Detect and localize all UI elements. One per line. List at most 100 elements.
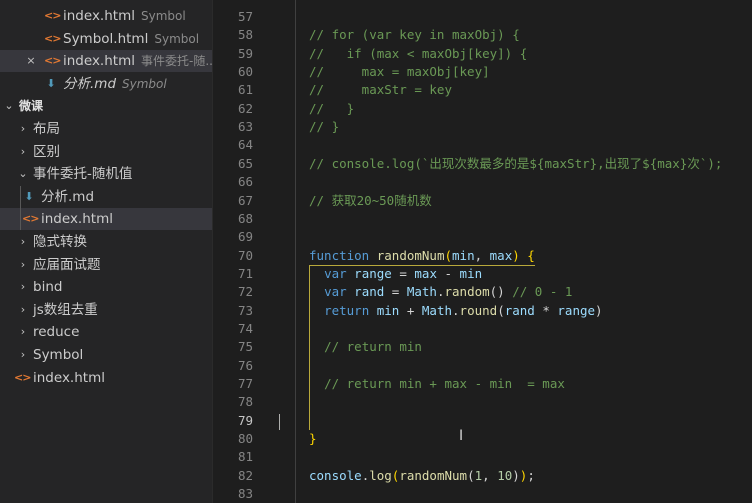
code-token: // return min bbox=[324, 339, 422, 355]
line-number: 69 bbox=[237, 229, 253, 245]
html-icon: <> bbox=[44, 54, 61, 68]
open-editor-name: index.html 事件委托-随... bbox=[63, 50, 212, 72]
code-line[interactable]: // for (var key in maxObj) { bbox=[309, 26, 520, 44]
file-name: index.html bbox=[63, 53, 135, 70]
close-icon[interactable]: × bbox=[24, 50, 38, 72]
code-token: // 获取20~50随机数 bbox=[309, 192, 432, 208]
tree-folder-item[interactable]: › js数组去重 bbox=[0, 299, 212, 321]
html-icon: <> bbox=[14, 370, 31, 384]
code-token: } bbox=[309, 431, 317, 447]
open-editor-item[interactable]: ⬇ 分析.md Symbol bbox=[0, 73, 212, 95]
code-line[interactable]: // return min + max - min = max bbox=[309, 375, 565, 393]
code-token: Math bbox=[406, 284, 437, 300]
file-folder-desc: Symbol bbox=[140, 9, 186, 23]
chevron-right-icon: › bbox=[20, 325, 26, 339]
tree-folder-item[interactable]: › 隐式转换 bbox=[0, 231, 212, 253]
code-token: . bbox=[452, 302, 460, 318]
tree-folder-item[interactable]: › Symbol bbox=[0, 344, 212, 366]
code-line[interactable]: } bbox=[309, 430, 317, 448]
code-token: // for (var key in maxObj) { bbox=[309, 27, 520, 43]
code-token: () bbox=[489, 284, 513, 300]
open-editor-item[interactable]: <> index.html Symbol bbox=[0, 5, 212, 27]
code-line[interactable]: var range = max - min bbox=[309, 265, 482, 283]
tree-folder-item[interactable]: ⌄ 事件委托-随机值 bbox=[0, 163, 212, 185]
code-token: // 0 - 1 bbox=[512, 284, 573, 300]
chevron-right-icon: › bbox=[20, 122, 26, 135]
code-token: random bbox=[444, 284, 490, 300]
code-editor[interactable]: 57 58 59 60 61 62 63 64 65 66 67 68 69 70 71 72 73 74 75 76… bbox=[213, 0, 752, 503]
line-number: 68 bbox=[237, 210, 253, 226]
line-number: 66 bbox=[237, 174, 253, 190]
code-token: + bbox=[399, 302, 422, 318]
line-number: 76 bbox=[237, 357, 253, 373]
open-editor-item[interactable]: × <> index.html 事件委托-随... bbox=[0, 50, 212, 73]
tree-folder-item[interactable]: › 区别 bbox=[0, 141, 212, 163]
line-number: 62 bbox=[237, 100, 253, 116]
code-token: max bbox=[414, 265, 437, 281]
line-number: 81 bbox=[237, 449, 253, 465]
html-icon: <> bbox=[44, 9, 61, 22]
code-line[interactable]: function randomNum(min, max) { bbox=[309, 247, 535, 265]
code-token: ( bbox=[444, 247, 453, 263]
line-number: 61 bbox=[237, 82, 253, 98]
tree-item-label: 事件委托-随机值 bbox=[33, 166, 133, 183]
code-token: { bbox=[527, 247, 535, 263]
workspace-root-folder[interactable]: ⌄ 微课 bbox=[0, 95, 212, 117]
code-token: Math bbox=[421, 302, 453, 318]
code-token: // return min + max - min = max bbox=[324, 376, 565, 391]
code-token: var bbox=[324, 265, 347, 281]
code-token: // if (max < maxObj[key]) { bbox=[309, 45, 528, 61]
code-token: // console.log(`出现次数最多的是${maxStr},出现了${m… bbox=[309, 155, 723, 171]
code-line[interactable]: // if (max < maxObj[key]) { bbox=[309, 45, 527, 63]
code-line[interactable]: var rand = Math.random() // 0 - 1 bbox=[309, 283, 572, 301]
tree-file-item[interactable]: <> index.html bbox=[0, 367, 212, 389]
code-line[interactable]: // return min bbox=[309, 338, 422, 356]
line-number: 80 bbox=[237, 431, 253, 447]
code-token: 1 bbox=[474, 467, 483, 483]
file-name: index.html bbox=[63, 8, 135, 24]
open-editor-name: Symbol.html Symbol bbox=[63, 28, 199, 50]
code-token: ) bbox=[512, 467, 520, 483]
tree-item-label: reduce bbox=[33, 324, 80, 341]
tree-item-label: 区别 bbox=[33, 143, 60, 160]
open-editor-item[interactable]: <> Symbol.html Symbol bbox=[0, 28, 212, 50]
line-number: 60 bbox=[237, 64, 253, 80]
code-line[interactable]: return min + Math.round(rand * range) bbox=[309, 302, 603, 320]
line-number: 77 bbox=[237, 376, 253, 391]
chevron-right-icon: › bbox=[20, 257, 26, 271]
code-line[interactable]: // maxStr = key bbox=[309, 81, 452, 99]
code-line[interactable]: // console.log(`出现次数最多的是${maxStr},出现了${m… bbox=[309, 155, 722, 173]
code-token: // } bbox=[309, 119, 340, 135]
tree-folder-item[interactable]: › bind bbox=[0, 276, 212, 298]
code-line[interactable]: // max = maxObj[key] bbox=[309, 63, 490, 81]
open-editor-name: index.html Symbol bbox=[63, 5, 186, 27]
mouse-ibeam-cursor: I bbox=[459, 428, 464, 445]
line-number: 58 bbox=[237, 27, 253, 43]
code-line[interactable]: // 获取20~50随机数 bbox=[309, 192, 432, 210]
tree-folder-item[interactable]: › reduce bbox=[0, 321, 212, 343]
code-token: randomNum bbox=[399, 467, 468, 483]
markdown-icon: ⬇ bbox=[24, 189, 34, 203]
code-token: function bbox=[309, 247, 370, 263]
code-line[interactable]: // } bbox=[309, 118, 339, 136]
tree-folder-item[interactable]: › 布局 bbox=[0, 118, 212, 140]
workspace-root-label: 微课 bbox=[19, 99, 44, 114]
tree-folder-item[interactable]: › 应届面试题 bbox=[0, 254, 212, 276]
line-number: 64 bbox=[237, 137, 253, 153]
tree-file-item[interactable]: ⬇ 分析.md bbox=[0, 185, 212, 208]
code-line[interactable]: // } bbox=[309, 100, 354, 118]
code-token: ; bbox=[527, 467, 535, 483]
indent-guide bbox=[295, 0, 296, 503]
code-line[interactable]: console.log(randomNum(1, 10)); bbox=[309, 467, 535, 485]
tree-file-item[interactable]: <> index.html bbox=[0, 208, 212, 231]
line-number: 75 bbox=[237, 339, 253, 355]
code-token: , bbox=[482, 467, 498, 483]
tree-item-label: js数组去重 bbox=[33, 301, 98, 318]
code-token: // } bbox=[309, 100, 355, 116]
tree-indent-guide bbox=[20, 185, 21, 208]
